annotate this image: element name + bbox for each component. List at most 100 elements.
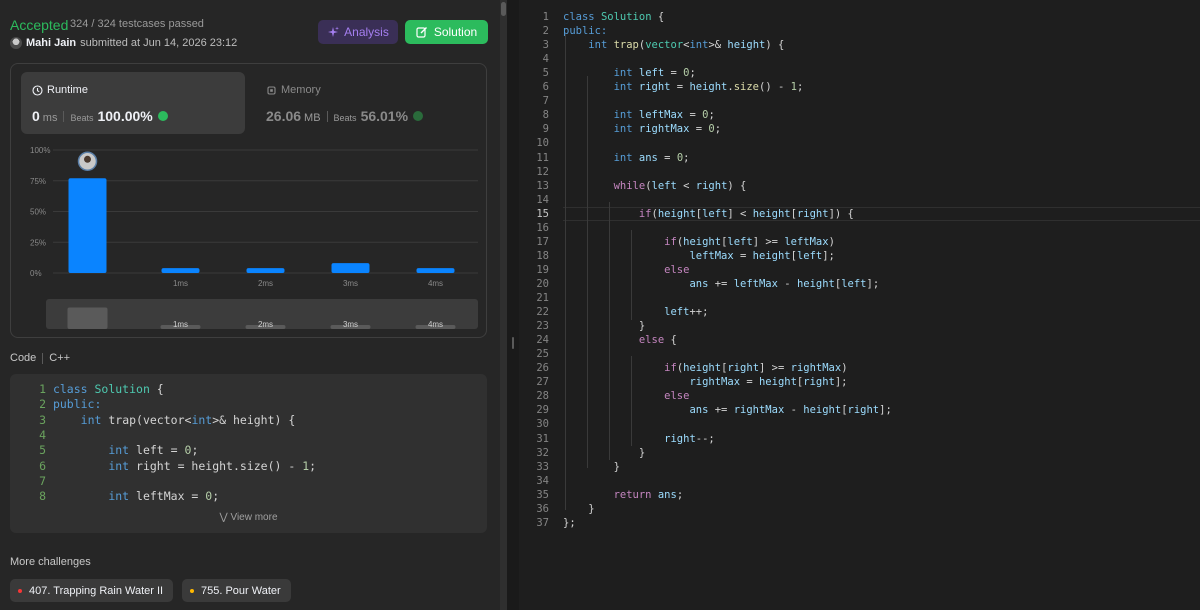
editor-line[interactable]: 23 } [519, 320, 645, 334]
editor-line[interactable]: 3 int trap(vector<int>& height) { [519, 39, 785, 53]
line-number: 20 [536, 277, 549, 290]
editor-line[interactable]: 29 ans += rightMax - height[right]; [519, 404, 892, 418]
submitted-time: submitted at Jun 14, 2026 23:12 [80, 37, 238, 49]
code-token: int [613, 109, 633, 122]
avatar[interactable] [10, 37, 22, 49]
code-token: ) [828, 235, 835, 248]
line-number: 16 [536, 221, 549, 234]
code-token: int [108, 458, 130, 473]
line-number: 2 [542, 25, 549, 38]
divider [42, 352, 44, 364]
editor-line[interactable]: 27 rightMax = height[right]; [519, 376, 847, 390]
editor-line[interactable]: 25 [519, 348, 563, 362]
code-token: else [638, 334, 665, 347]
code-token: rightMax [689, 376, 741, 389]
editor-line[interactable]: 31 right--; [519, 432, 714, 447]
editor-line[interactable]: 7 [519, 95, 563, 109]
line-number: 6 [542, 81, 549, 94]
editor-line[interactable]: 26 if(height[right] >= rightMax) [519, 362, 848, 376]
editor-line[interactable]: 35 return ans; [519, 489, 683, 503]
editor-line[interactable]: 6 int right = height.size() - 1; [519, 81, 804, 95]
code-token: leftMax [689, 249, 734, 262]
editor-line[interactable]: 16 [519, 222, 563, 236]
code-token: ans [689, 277, 709, 290]
editor-line[interactable]: 4 [519, 53, 563, 67]
code-token: } [563, 320, 646, 333]
editor-line[interactable]: 21 [519, 292, 563, 306]
mini-tick-label: 4ms [428, 320, 443, 329]
line-number: 24 [536, 334, 549, 347]
code-token: += [708, 404, 734, 417]
editor-line[interactable]: 17 if(height[left] >= leftMax) [519, 236, 835, 250]
editor-line[interactable]: 11 int ans = 0; [519, 152, 689, 166]
left-scrollbar[interactable] [500, 0, 507, 610]
code-token: rightMax [790, 362, 842, 375]
edit-icon [416, 27, 427, 38]
editor-line[interactable]: 18 leftMax = height[left]; [519, 250, 835, 264]
code-token: height [752, 249, 791, 262]
editor-line[interactable]: 15 if(height[left] < height[right]) { [519, 208, 854, 222]
editor-line[interactable]: 9 int rightMax = 0; [519, 123, 721, 137]
editor-line[interactable]: 34 [519, 475, 563, 489]
challenge-chip[interactable]: 407. Trapping Rain Water II [10, 579, 174, 602]
challenge-label: 755. Pour Water [201, 584, 281, 597]
editor-line[interactable]: 20 ans += leftMax - height[left]; [519, 278, 879, 292]
code-token: ]; [879, 404, 892, 417]
editor-line[interactable]: 2 public: [519, 25, 608, 39]
code-token: right = height.size() - [129, 458, 303, 473]
editor-line[interactable]: 36 } [519, 503, 594, 517]
code-token: { [651, 11, 665, 23]
editor-line[interactable]: 37}; [519, 517, 575, 531]
line-number: 17 [536, 235, 549, 248]
code-token: height [727, 39, 766, 52]
editor-line[interactable]: 12 [519, 166, 563, 180]
chart-overview: 1ms 2ms 3ms 4ms [67, 307, 456, 329]
solution-button[interactable]: Solution [405, 20, 488, 44]
code-token: ]; [822, 249, 835, 262]
mini-tick-label: 3ms [343, 320, 358, 329]
code-token: int [80, 412, 102, 427]
code-token: ; [191, 443, 199, 458]
code-editor[interactable]: 1 class Solution {2 public: 3 int trap(vect… [519, 0, 1200, 610]
code-token: ] >= [752, 235, 785, 248]
editor-line[interactable]: 19 else [519, 264, 689, 278]
code-token: - [777, 277, 797, 290]
testcases-passed: 324 / 324 testcases passed [70, 18, 204, 30]
editor-line[interactable]: 5 int left = 0; [519, 67, 696, 81]
user-name[interactable]: Mahi Jain [26, 37, 76, 49]
line-number: 4 [39, 427, 46, 442]
challenge-chip[interactable]: 755. Pour Water [182, 579, 291, 602]
scrollbar-thumb[interactable] [501, 2, 506, 16]
code-token: height [683, 235, 722, 248]
analysis-button[interactable]: Analysis [318, 20, 398, 44]
code-token: int [613, 123, 633, 136]
editor-line[interactable]: 22 left++; [519, 306, 708, 320]
code-token: int [613, 67, 633, 80]
code-line: 5 int left = 0; [10, 443, 198, 458]
editor-line[interactable]: 10 [519, 137, 563, 151]
code-token: if [664, 362, 677, 375]
code-token: right [664, 432, 696, 445]
code-token: ) [841, 362, 848, 375]
code-token: leftMax [733, 277, 778, 290]
code-token: left [664, 306, 690, 319]
line-number: 3 [542, 39, 549, 52]
editor-line[interactable]: 14 [519, 194, 563, 208]
editor-line[interactable]: 32 } [519, 447, 645, 461]
editor-line[interactable]: 33 } [519, 461, 620, 475]
editor-line[interactable]: 30 [519, 418, 563, 432]
line-number: 1 [39, 382, 46, 396]
line-number: 7 [39, 473, 46, 488]
editor-line[interactable]: 1 class Solution { [519, 11, 665, 25]
editor-line[interactable]: 28 else [519, 390, 689, 404]
panel-resize-handle[interactable] [507, 0, 519, 610]
editor-line[interactable]: 24 else { [519, 334, 676, 348]
editor-line[interactable]: 8 int leftMax = 0; [519, 109, 715, 123]
editor-line[interactable]: 13 while(left < right) { [519, 180, 746, 194]
view-more-button[interactable]: ⋁ View more [10, 512, 487, 523]
code-language: C++ [49, 352, 71, 364]
